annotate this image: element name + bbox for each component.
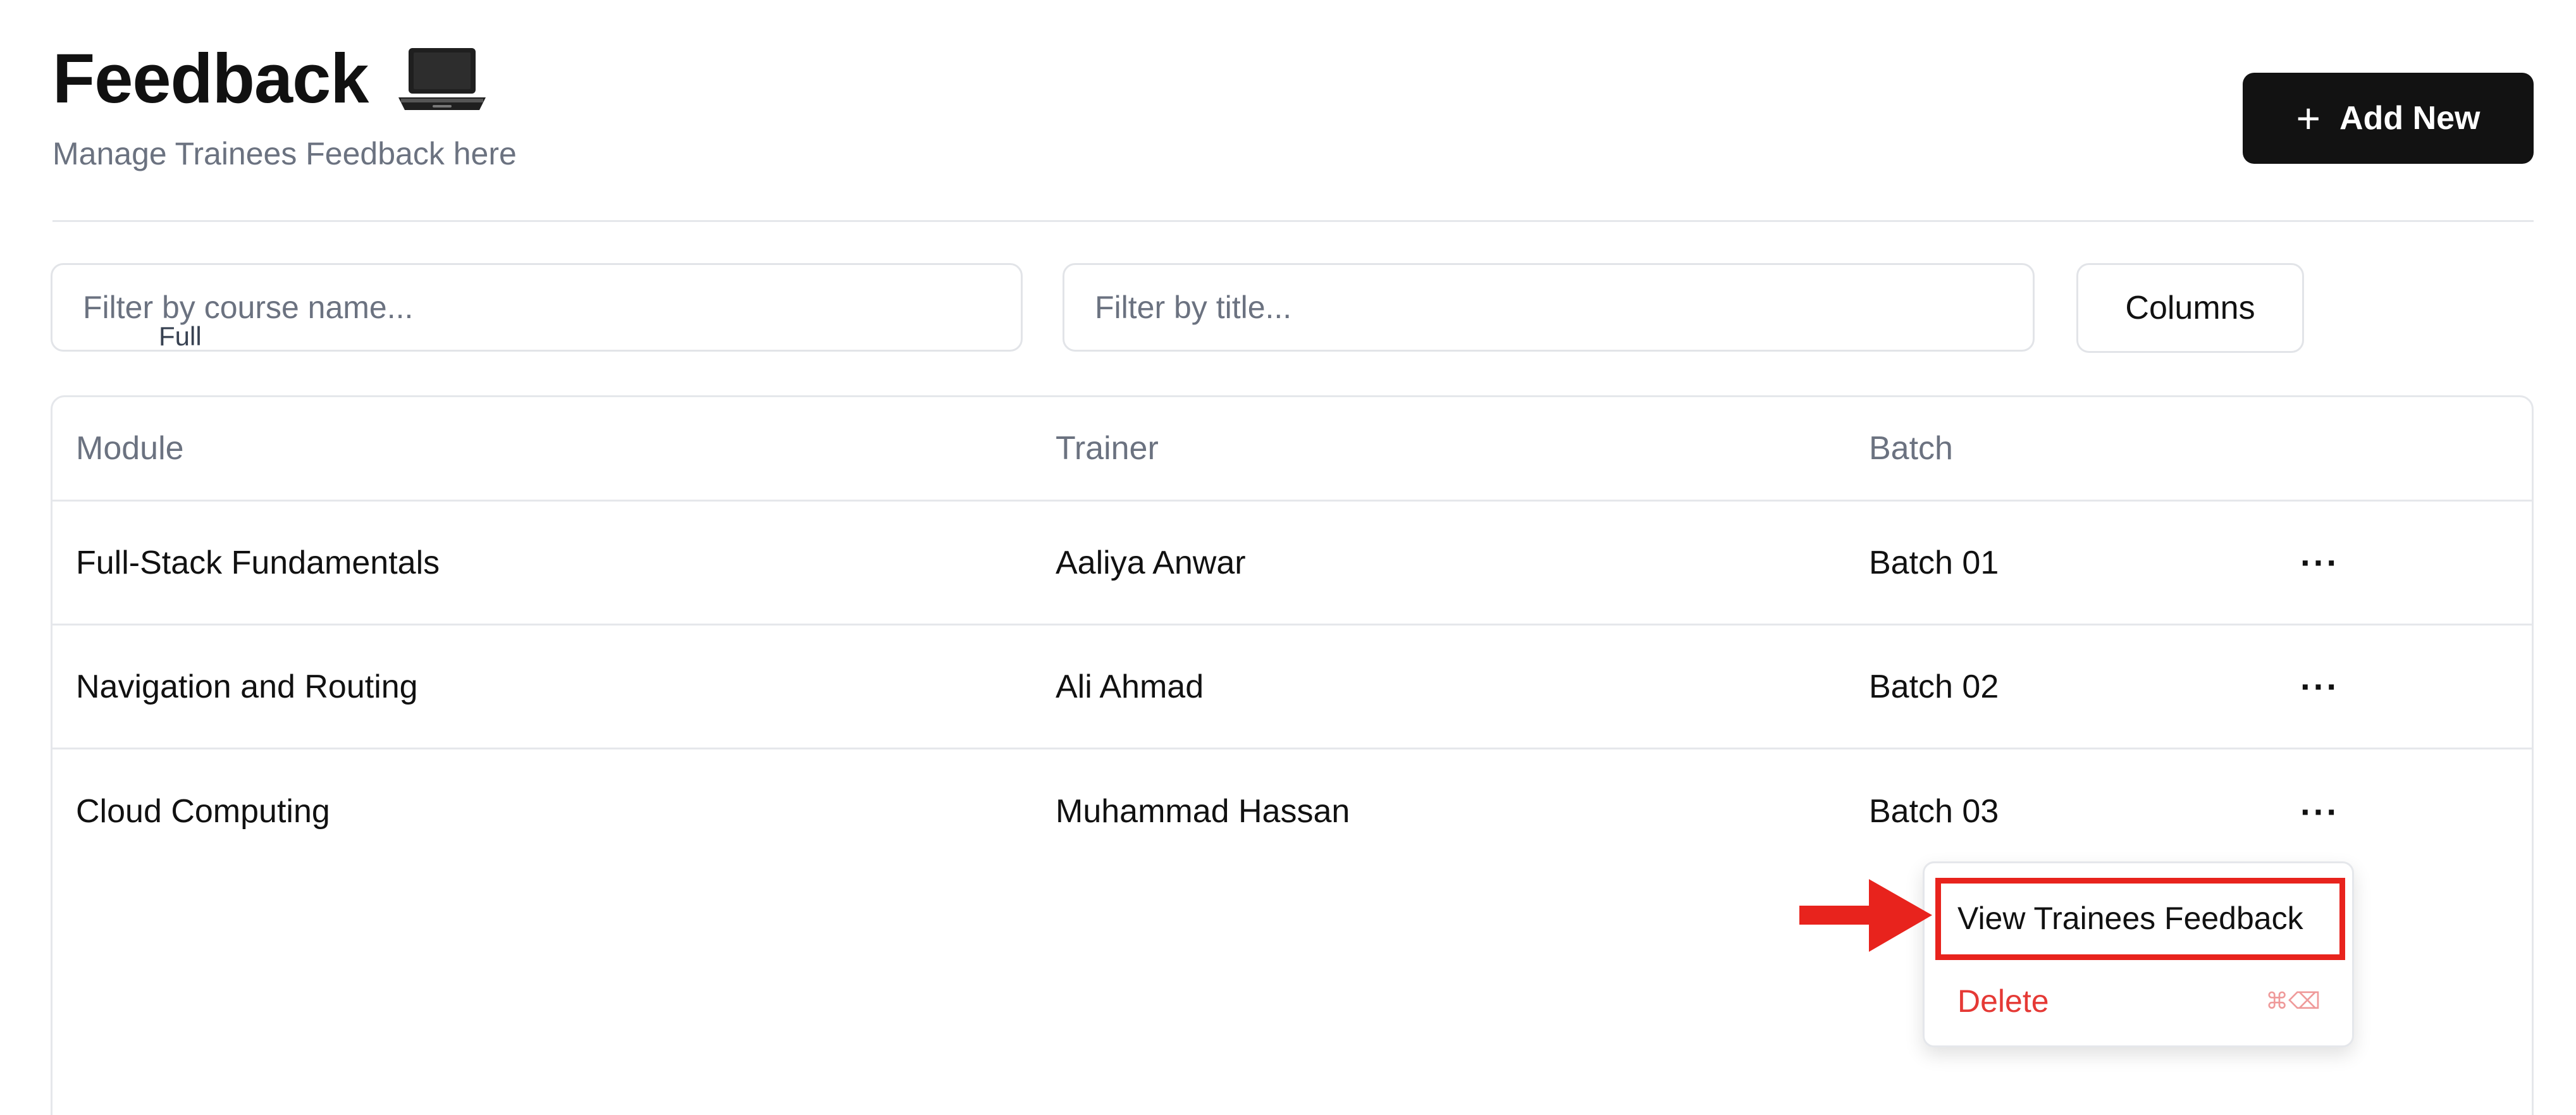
delete-shortcut: ⌘⌫ bbox=[2265, 988, 2320, 1014]
column-header-trainer[interactable]: Trainer bbox=[1056, 397, 1159, 500]
table-row: Navigation and Routing Ali Ahmad Batch 0… bbox=[52, 625, 2532, 749]
table-row: Full-Stack Fundamentals Aaliya Anwar Bat… bbox=[52, 502, 2532, 625]
trainer-cell: Aaliya Anwar bbox=[1056, 544, 1246, 581]
delete-label: Delete bbox=[1957, 983, 2049, 1019]
add-new-button[interactable]: + Add New bbox=[2243, 73, 2534, 164]
red-arrow-icon bbox=[1799, 879, 1932, 952]
batch-cell: Batch 01 bbox=[1869, 544, 1999, 581]
columns-button[interactable]: Columns bbox=[2076, 263, 2304, 353]
table-row: Cloud Computing Muhammad Hassan Batch 03… bbox=[52, 749, 2532, 873]
row-actions-menu: View Trainees Feedback Delete ⌘⌫ bbox=[1923, 861, 2354, 1047]
stray-text-overlay: Full bbox=[159, 321, 202, 351]
module-cell: Full-Stack Fundamentals bbox=[76, 544, 440, 581]
row-actions-button[interactable]: ··· bbox=[2291, 749, 2348, 873]
page-title: Feedback bbox=[52, 40, 369, 118]
trainer-cell: Ali Ahmad bbox=[1056, 668, 1204, 705]
header-divider bbox=[52, 220, 2534, 222]
view-trainees-feedback-menu-item[interactable]: View Trainees Feedback bbox=[1925, 877, 2352, 959]
batch-cell: Batch 02 bbox=[1869, 668, 1999, 705]
view-trainees-feedback-label: View Trainees Feedback bbox=[1957, 901, 2303, 936]
page-header: Feedback bbox=[52, 44, 490, 114]
feedback-page: Feedback Manage Trainees Feedback here +… bbox=[0, 0, 2576, 1115]
trainer-cell: Muhammad Hassan bbox=[1056, 793, 1350, 830]
module-cell: Cloud Computing bbox=[76, 793, 330, 830]
delete-menu-item[interactable]: Delete ⌘⌫ bbox=[1925, 970, 2352, 1033]
module-cell: Navigation and Routing bbox=[76, 668, 418, 705]
laptop-icon bbox=[395, 44, 490, 114]
add-new-label: Add New bbox=[2339, 100, 2480, 137]
column-header-batch[interactable]: Batch bbox=[1869, 397, 1953, 500]
plus-icon: + bbox=[2296, 95, 2321, 142]
page-subtitle: Manage Trainees Feedback here bbox=[52, 136, 517, 171]
column-header-module[interactable]: Module bbox=[76, 397, 184, 500]
title-filter-input[interactable] bbox=[1063, 263, 2035, 352]
batch-cell: Batch 03 bbox=[1869, 793, 1999, 830]
row-actions-button[interactable]: ··· bbox=[2291, 502, 2348, 624]
row-actions-button[interactable]: ··· bbox=[2291, 625, 2348, 748]
table-header-row: Module Trainer Batch bbox=[52, 397, 2532, 502]
